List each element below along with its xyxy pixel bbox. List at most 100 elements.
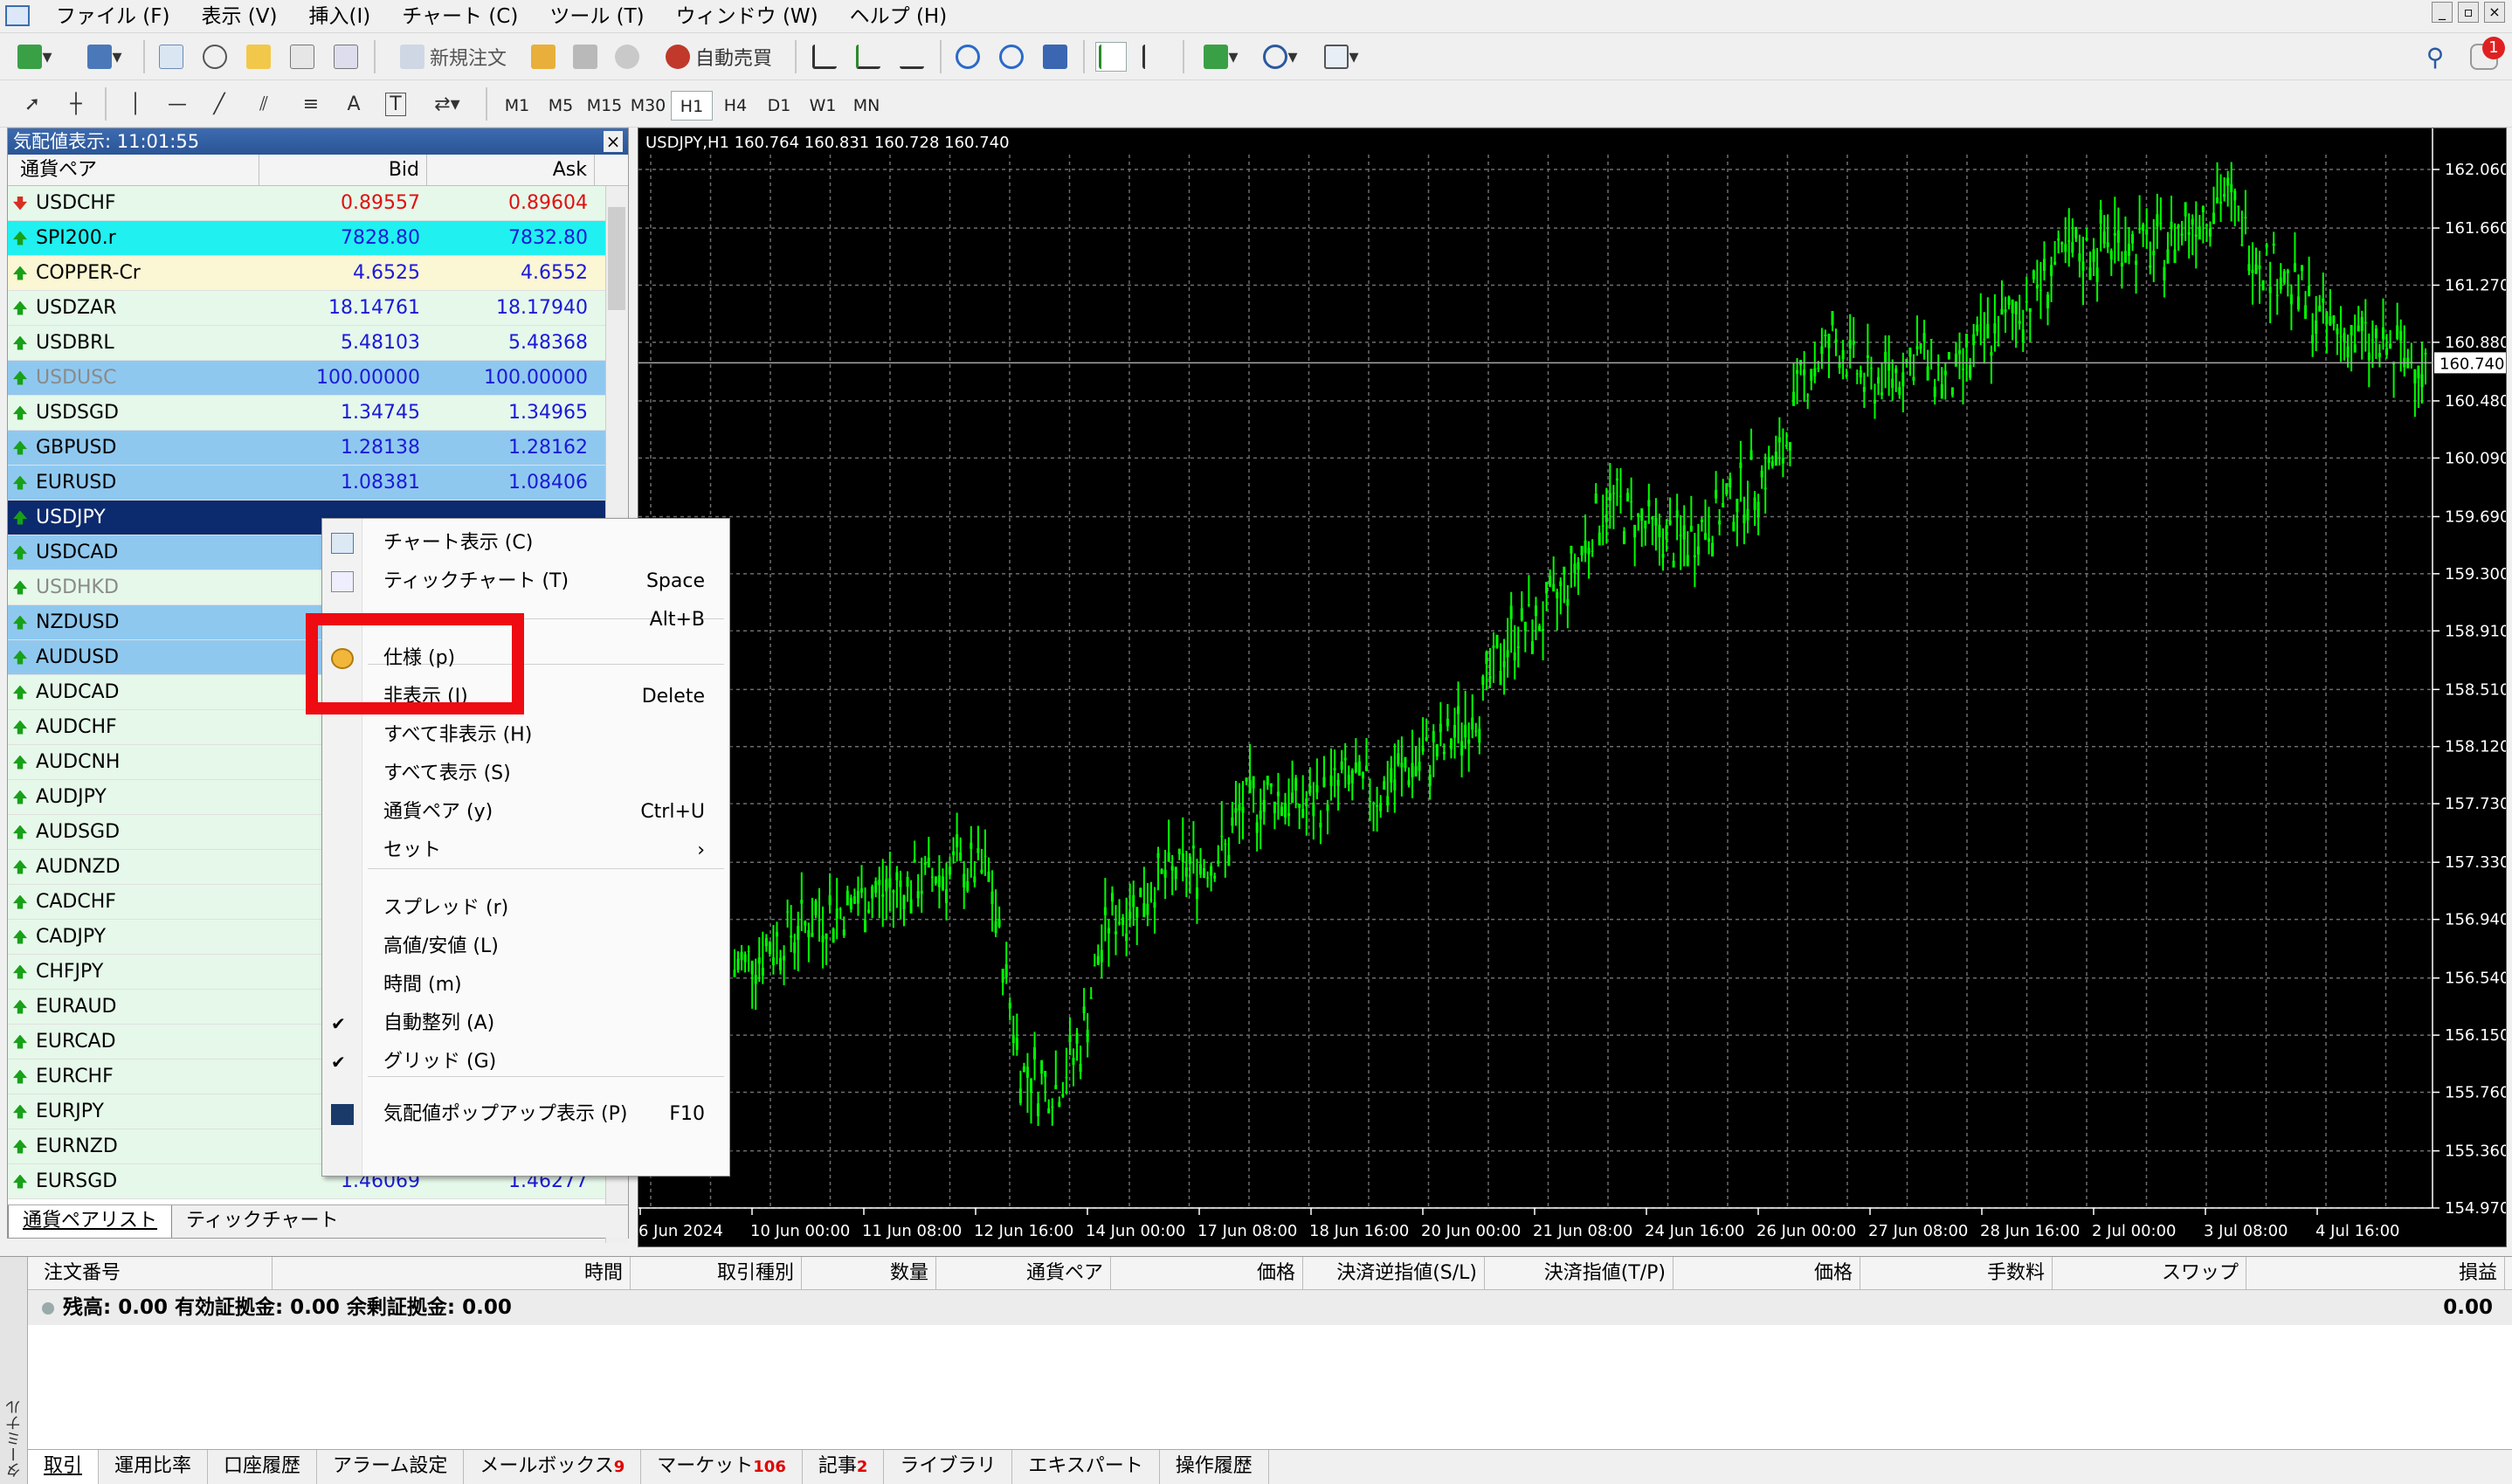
column-symbol[interactable]: 通貨ペア: [8, 155, 259, 185]
new-order-button[interactable]: 新規注文: [388, 42, 519, 72]
symbol-row[interactable]: EURUSD 1.08381 1.08406: [8, 466, 628, 500]
market-watch-toggle[interactable]: [155, 42, 187, 72]
menu-item[interactable]: ウィンドウ (W): [660, 3, 834, 30]
restore-icon[interactable]: ▫: [2458, 2, 2479, 23]
timeframe-m1[interactable]: M1: [496, 91, 538, 121]
price-chart[interactable]: 162.060 161.660 161.270 160.880 160.480 160.0…: [638, 128, 2507, 1247]
terminal-column-header[interactable]: 数量: [811, 1257, 936, 1290]
context-menu-item[interactable]: ✔ 自動整列 (A): [322, 1004, 729, 1043]
symbol-row[interactable]: USDCHF 0.89557 0.89604: [8, 186, 628, 221]
tester-toggle[interactable]: [330, 42, 362, 72]
context-menu-item[interactable]: ✔ グリッド (G): [322, 1043, 729, 1081]
templates-button[interactable]: ▾: [1315, 42, 1368, 72]
context-menu-item[interactable]: ティックチャート (T) Space: [322, 563, 729, 601]
terminal-tab[interactable]: 取引: [28, 1450, 100, 1484]
zoom-out-button[interactable]: [996, 42, 1027, 72]
timeframe-m30[interactable]: M30: [627, 91, 669, 121]
context-menu-item[interactable]: すべて表示 (S): [322, 755, 729, 793]
symbol-row[interactable]: USDSGD 1.34745 1.34965: [8, 396, 628, 431]
timeframe-w1[interactable]: W1: [802, 91, 844, 121]
context-menu-item[interactable]: 時間 (m): [322, 966, 729, 1004]
menu-item[interactable]: 表示 (V): [186, 3, 293, 30]
column-bid[interactable]: Bid: [259, 155, 427, 185]
candlestick-button[interactable]: [852, 42, 884, 72]
scrollbar-thumb[interactable]: [608, 207, 625, 310]
timeframe-h1[interactable]: H1: [671, 91, 713, 121]
timeframe-h4[interactable]: H4: [714, 91, 756, 121]
market-watch-tab[interactable]: 通貨ペアリスト: [8, 1205, 173, 1238]
terminal-column-header[interactable]: 注文番号: [44, 1257, 273, 1290]
column-ask[interactable]: Ask: [427, 155, 595, 185]
market-watch-tab[interactable]: ティックチャート: [172, 1205, 352, 1238]
notifications-button[interactable]: 1: [2467, 37, 2505, 72]
symbol-row[interactable]: SPI200.r 7828.80 7832.80: [8, 221, 628, 256]
context-menu-item[interactable]: すべて非表示 (H): [322, 716, 729, 755]
arrows-button[interactable]: ⇄▾: [424, 89, 470, 119]
search-button[interactable]: ⚲: [2419, 42, 2451, 72]
auto-trading-button[interactable]: 自動売買: [653, 42, 784, 72]
timeframe-mn[interactable]: MN: [845, 91, 887, 121]
timeframe-d1[interactable]: D1: [758, 91, 800, 121]
line-chart-button[interactable]: [896, 42, 928, 72]
minimize-icon[interactable]: _: [2432, 2, 2453, 23]
terminal-tab[interactable]: ライブラリ: [884, 1450, 1013, 1484]
symbol-row[interactable]: GBPUSD 1.28138 1.28162: [8, 431, 628, 466]
terminal-column-header[interactable]: 決済指値(T/P): [1494, 1257, 1674, 1290]
chart-window[interactable]: 162.060 161.660 161.270 160.880 160.480 160.0…: [638, 128, 2507, 1247]
terminal-column-header[interactable]: 手数料: [1869, 1257, 2053, 1290]
fibonacci-button[interactable]: ≡: [293, 89, 328, 119]
trendline-button[interactable]: ╱: [204, 89, 234, 119]
signals-button[interactable]: [611, 42, 643, 72]
close-icon[interactable]: ×: [2484, 2, 2505, 23]
terminal-tab[interactable]: 口座履歴: [208, 1450, 318, 1484]
timeframe-m5[interactable]: M5: [540, 91, 582, 121]
terminal-column-header[interactable]: 決済逆指値(S/L): [1312, 1257, 1485, 1290]
market-watch-close-button[interactable]: ×: [604, 131, 623, 152]
terminal-column-header[interactable]: 価格: [1120, 1257, 1303, 1290]
symbol-row[interactable]: USDBRL 5.48103 5.48368: [8, 326, 628, 361]
terminal-column-header[interactable]: 損益: [2255, 1257, 2505, 1290]
zoom-in-button[interactable]: [952, 42, 983, 72]
terminal-tab[interactable]: 記事2: [803, 1450, 885, 1484]
indicators-button[interactable]: ▾: [1195, 42, 1247, 72]
context-menu-item[interactable]: セット ›: [322, 832, 729, 870]
menu-item[interactable]: ツール (T): [534, 3, 659, 30]
terminal-tab[interactable]: マーケット106: [641, 1450, 803, 1484]
chart-shift-button[interactable]: [1139, 42, 1170, 72]
terminal-tab[interactable]: 運用比率: [99, 1450, 209, 1484]
text-tool-button[interactable]: A: [341, 89, 367, 119]
text-label-button[interactable]: T: [381, 89, 411, 119]
terminal-column-header[interactable]: 時間: [290, 1257, 631, 1290]
vertical-line-button[interactable]: │: [122, 89, 148, 119]
horizontal-line-button[interactable]: —: [162, 89, 192, 119]
symbol-row[interactable]: USDUSC 100.00000 100.00000: [8, 361, 628, 396]
equidistant-channel-button[interactable]: ⫽: [246, 89, 281, 119]
tile-windows-button[interactable]: [1039, 42, 1071, 72]
timeframe-m15[interactable]: M15: [583, 91, 625, 121]
navigator-toggle[interactable]: [243, 42, 274, 72]
data-window-toggle[interactable]: [199, 42, 231, 72]
terminal-tab[interactable]: メールボックス9: [464, 1450, 642, 1484]
terminal-column-header[interactable]: スワップ: [2061, 1257, 2246, 1290]
terminal-column-header[interactable]: 通貨ペア: [945, 1257, 1111, 1290]
menu-item[interactable]: ファイル (F): [40, 3, 186, 30]
profiles-button[interactable]: ▾: [79, 42, 131, 72]
menu-item[interactable]: 挿入(I): [293, 3, 387, 30]
community-button[interactable]: [569, 42, 601, 72]
menu-item[interactable]: チャート (C): [386, 3, 534, 30]
crosshair-button[interactable]: ┼: [61, 89, 91, 119]
auto-scroll-button[interactable]: [1095, 42, 1127, 72]
symbol-row[interactable]: COPPER-Cr 4.6525 4.6552: [8, 256, 628, 291]
terminal-column-header[interactable]: 価格: [1682, 1257, 1860, 1290]
context-menu-item[interactable]: 高値/安値 (L): [322, 928, 729, 966]
terminal-tab[interactable]: 操作履歴: [1160, 1450, 1269, 1484]
periods-button[interactable]: ▾: [1254, 42, 1307, 72]
context-menu-item[interactable]: 気配値ポップアップ表示 (P) F10: [322, 1095, 729, 1134]
symbol-row[interactable]: USDZAR 18.14761 18.17940: [8, 291, 628, 326]
cursor-button[interactable]: ➚: [19, 89, 45, 119]
context-menu-item[interactable]: 通貨ペア (y) Ctrl+U: [322, 793, 729, 832]
new-chart-button[interactable]: ▾: [9, 42, 61, 72]
menu-item[interactable]: ヘルプ (H): [834, 3, 963, 30]
terminal-tab[interactable]: アラーム設定: [317, 1450, 465, 1484]
context-menu-item[interactable]: チャート表示 (C): [322, 524, 729, 563]
